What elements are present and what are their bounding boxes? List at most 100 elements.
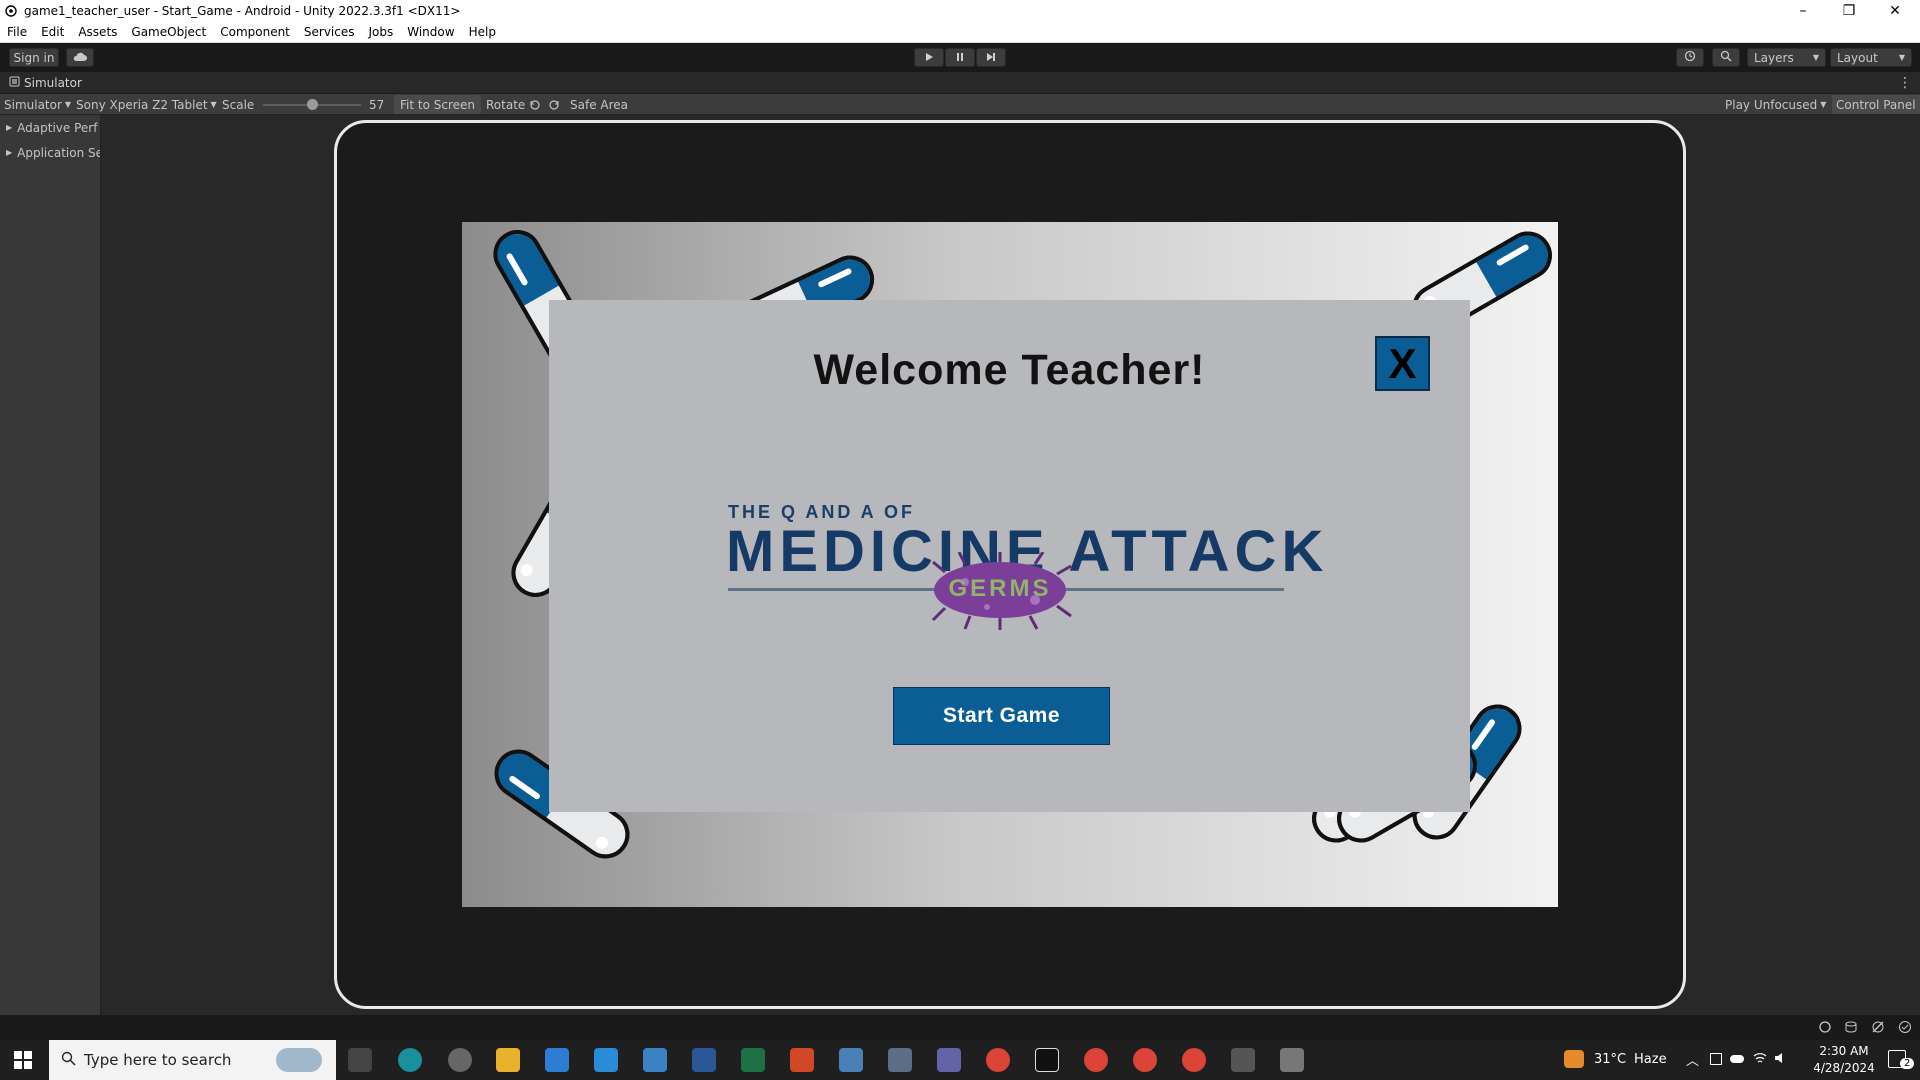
minimize-button[interactable]: – — [1780, 0, 1826, 22]
rotate-left-icon[interactable] — [529, 94, 541, 115]
foldout-label: Application Se — [17, 145, 100, 160]
windows-start-icon[interactable] — [14, 1051, 32, 1072]
menu-gameobject[interactable]: GameObject — [131, 25, 206, 39]
onedrive-app-icon[interactable] — [839, 1048, 863, 1072]
play-mode-label: Play Unfocused — [1725, 97, 1818, 112]
simulator-mode-dropdown[interactable]: Simulator ▼ — [4, 94, 71, 115]
debug-icon[interactable] — [1818, 1020, 1832, 1037]
safe-area-toggle[interactable]: Safe Area — [570, 94, 628, 115]
device-dropdown[interactable]: Sony Xperia Z2 Tablet ▼ — [76, 94, 217, 115]
layout-label: Layout — [1837, 50, 1878, 65]
history-button[interactable] — [1676, 48, 1704, 67]
teams-icon[interactable] — [937, 1048, 961, 1072]
unity-icon — [4, 4, 18, 18]
menu-file[interactable]: File — [7, 25, 27, 39]
chevron-down-icon: ▼ — [1812, 53, 1819, 62]
edge-icon[interactable] — [398, 1048, 422, 1072]
scale-label: Scale — [222, 97, 255, 112]
rotate-label: Rotate — [486, 97, 526, 112]
close-dialog-button[interactable]: X — [1375, 336, 1430, 391]
mail-icon[interactable] — [594, 1048, 618, 1072]
control-panel-sidebar: ▶ Adaptive Perf ▶ Application Se — [0, 115, 101, 1015]
onedrive-icon[interactable] — [1730, 1055, 1744, 1063]
menu-help[interactable]: Help — [469, 25, 496, 39]
check-icon[interactable] — [1898, 1020, 1912, 1037]
play-icon — [924, 51, 934, 65]
calculator-icon[interactable] — [888, 1048, 912, 1072]
cache-icon[interactable] — [1844, 1020, 1858, 1037]
menu-component[interactable]: Component — [220, 25, 290, 39]
pause-icon — [955, 51, 965, 65]
more-options-icon[interactable]: ⋮ — [1898, 75, 1912, 91]
volume-icon[interactable] — [1774, 1051, 1788, 1069]
weather-icon[interactable] — [1564, 1050, 1584, 1068]
device-label: Sony Xperia Z2 Tablet — [76, 97, 208, 112]
pause-button[interactable] — [945, 48, 975, 67]
tab-simulator-label: Simulator — [24, 75, 82, 90]
unity-status-bar — [0, 1015, 1920, 1040]
chrome-icon[interactable] — [986, 1048, 1010, 1072]
weather-temp[interactable]: 31°C — [1594, 1052, 1626, 1067]
main-toolbar: Sign in Layers ▼ Layout ▼ — [0, 43, 1920, 72]
chevron-down-icon: ▼ — [210, 100, 217, 109]
window-titlebar: game1_teacher_user - Start_Game - Androi… — [0, 0, 1920, 22]
step-icon — [986, 51, 996, 65]
scale-slider[interactable] — [263, 94, 361, 115]
device-icon[interactable] — [1710, 1053, 1722, 1065]
clock-time[interactable]: 2:30 AM — [1810, 1044, 1878, 1058]
play-mode-dropdown[interactable]: Play Unfocused ▼ — [1725, 94, 1826, 115]
app-icon[interactable] — [643, 1048, 667, 1072]
taskbar-search-box[interactable]: Type here to search — [49, 1040, 336, 1080]
menu-window[interactable]: Window — [407, 25, 454, 39]
cloud-button[interactable] — [66, 48, 94, 67]
weather-text[interactable]: Haze — [1634, 1052, 1667, 1067]
close-window-button[interactable]: ✕ — [1872, 0, 1918, 22]
history-icon — [1684, 50, 1696, 65]
clock-date[interactable]: 4/28/2024 — [1810, 1061, 1878, 1075]
menu-assets[interactable]: Assets — [78, 25, 117, 39]
layers-dropdown[interactable]: Layers ▼ — [1747, 48, 1826, 67]
rotate-right-icon[interactable] — [548, 94, 560, 115]
task-view-icon[interactable] — [348, 1048, 372, 1072]
file-explorer-icon[interactable] — [496, 1048, 520, 1072]
chevron-up-icon[interactable]: ︿ — [1686, 1050, 1699, 1069]
chrome-profile-icon[interactable] — [1084, 1048, 1108, 1072]
system-tray: 31°C Haze ︿ 2:30 AM 4/28/2024 2 — [1560, 1040, 1920, 1080]
play-button[interactable] — [914, 48, 944, 67]
menu-edit[interactable]: Edit — [41, 25, 64, 39]
layout-dropdown[interactable]: Layout ▼ — [1830, 48, 1912, 67]
layers-label: Layers — [1754, 50, 1794, 65]
logo-germs-text: GERMS — [948, 575, 1052, 602]
foldout-application-settings[interactable]: ▶ Application Se — [0, 140, 100, 165]
start-game-button[interactable]: Start Game — [893, 687, 1110, 745]
step-button[interactable] — [976, 48, 1006, 67]
chrome-profile-icon[interactable] — [1182, 1048, 1206, 1072]
chevron-down-icon: ▼ — [1820, 100, 1827, 109]
settings-icon[interactable] — [448, 1048, 472, 1072]
progress-icon[interactable] — [1871, 1020, 1885, 1037]
chevron-down-icon: ▼ — [64, 100, 72, 109]
search-button[interactable] — [1712, 48, 1740, 67]
fit-to-screen-button[interactable]: Fit to Screen — [394, 95, 481, 114]
control-panel-button[interactable]: Control Panel — [1832, 95, 1920, 114]
menu-jobs[interactable]: Jobs — [369, 25, 394, 39]
store-icon[interactable] — [545, 1048, 569, 1072]
simulator-toolbar: Simulator ▼ Sony Xperia Z2 Tablet ▼ Scale … — [0, 94, 1920, 115]
slider-thumb[interactable] — [307, 99, 318, 110]
restore-button[interactable]: ❐ — [1826, 0, 1872, 22]
sign-in-button[interactable]: Sign in — [9, 48, 59, 67]
menu-bar: File Edit Assets GameObject Component Se… — [0, 22, 1920, 43]
foldout-adaptive-performance[interactable]: ▶ Adaptive Perf — [0, 115, 100, 140]
search-icon — [61, 1051, 76, 1070]
capcut-icon[interactable] — [1035, 1048, 1059, 1072]
chrome-profile-icon[interactable] — [1133, 1048, 1157, 1072]
word-icon[interactable] — [692, 1048, 716, 1072]
unity-hub-icon[interactable] — [1231, 1048, 1255, 1072]
powerpoint-icon[interactable] — [790, 1048, 814, 1072]
tab-simulator[interactable]: Simulator — [0, 76, 82, 90]
menu-services[interactable]: Services — [304, 25, 355, 39]
unity-editor-icon[interactable] — [1280, 1048, 1304, 1072]
window-title: game1_teacher_user - Start_Game - Androi… — [24, 4, 461, 18]
wifi-icon[interactable] — [1753, 1051, 1767, 1069]
excel-icon[interactable] — [741, 1048, 765, 1072]
